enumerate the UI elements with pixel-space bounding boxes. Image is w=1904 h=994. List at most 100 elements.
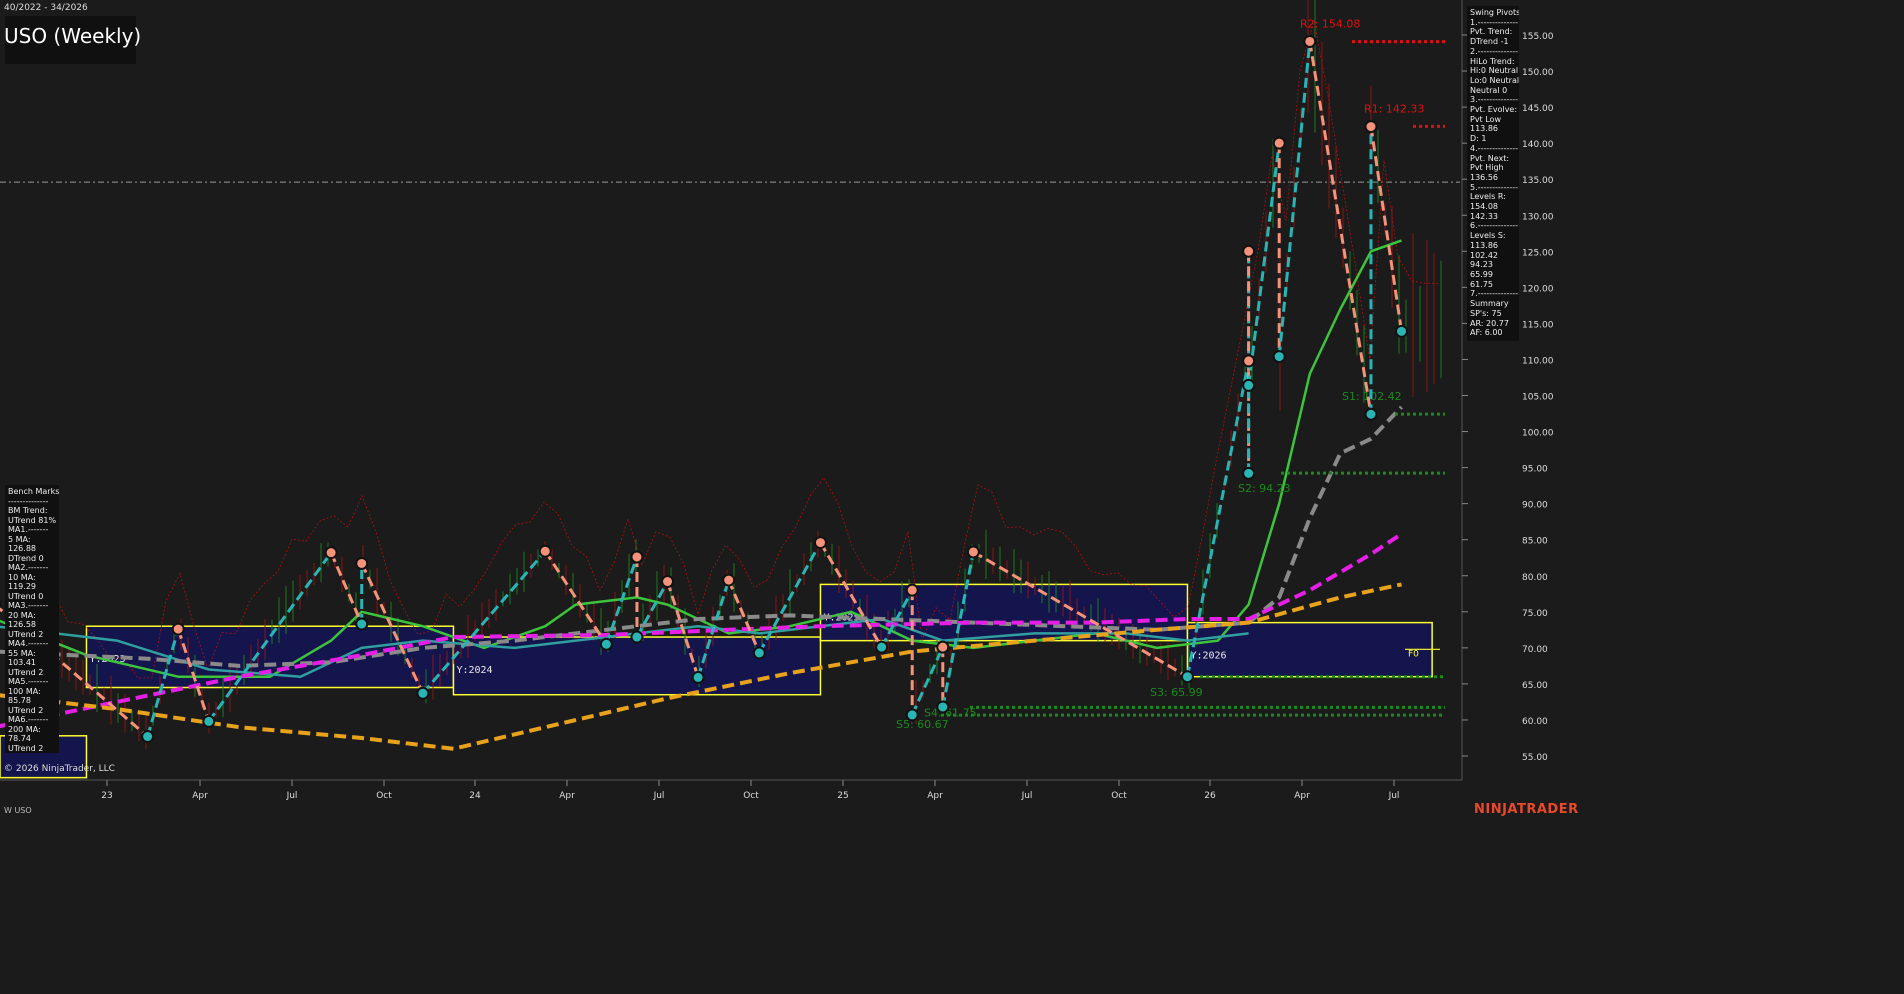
price-tick-label: 80.00 — [1522, 573, 1548, 583]
swing-leg — [1247, 142, 1281, 386]
swing-panel-line: Levels S: — [1470, 231, 1506, 241]
pivot-high-marker — [1364, 120, 1378, 134]
time-tick-label: Jul — [1021, 791, 1033, 801]
swing-panel-line: Neutral 0 — [1470, 85, 1508, 95]
bench-panel-line: 200 MA: — [8, 724, 41, 734]
price-tick-label: 115.00 — [1522, 320, 1554, 330]
bench-panel-line: -------------- — [8, 496, 49, 506]
pivot-high-marker — [1242, 244, 1256, 258]
swing-panel-line: Pvt. Evolve: — [1470, 105, 1518, 115]
price-tick-label: 145.00 — [1522, 104, 1554, 114]
price-tick-label: 125.00 — [1522, 248, 1554, 258]
level-label: S2: 94.23 — [1238, 482, 1291, 495]
pivot-high-marker — [722, 573, 736, 587]
swing-panel-line: 6.-------------- — [1470, 221, 1519, 231]
pivot-low-marker — [691, 670, 705, 684]
swing-panel-line: 61.75 — [1470, 279, 1493, 289]
bench-panel-line: UTrend 0 — [8, 591, 44, 601]
swing-panel-line: 3.-------------- — [1470, 95, 1519, 105]
bench-panel-line: 55 MA: — [8, 648, 36, 658]
swing-leg — [1308, 41, 1373, 415]
swing-panel-line: 154.08 — [1470, 202, 1498, 212]
copyright: © 2026 NinjaTrader, LLC — [4, 764, 115, 774]
bench-panel-line: UTrend 2 — [8, 705, 44, 715]
swing-panel-line: 113.86 — [1470, 240, 1498, 250]
swing-panel-line: 113.86 — [1470, 124, 1498, 134]
time-tick-label: Jul — [1388, 791, 1400, 801]
footer-symbol: W USO — [4, 806, 32, 815]
swing-leg — [1277, 41, 1312, 357]
bench-panel-line: 78.74 — [8, 734, 31, 743]
price-tick-label: 135.00 — [1522, 176, 1554, 186]
pivot-high-marker — [966, 545, 980, 559]
pivot-high-marker — [661, 575, 675, 589]
pivot-low-marker — [1242, 466, 1256, 480]
bench-panel-line: MA4.------- — [8, 639, 49, 648]
bench-panel-line: 119.29 — [8, 582, 36, 591]
bench-panel-line: MA3.------- — [8, 601, 49, 610]
swing-panel-line: DTrend -1 — [1470, 37, 1509, 47]
price-tick-label: 55.00 — [1522, 753, 1548, 763]
swing-panel-line: HiLo Trend: — [1470, 56, 1515, 66]
swing-leg — [635, 580, 669, 638]
pivot-low-marker — [1364, 407, 1378, 421]
time-tick-label: 26 — [1204, 791, 1216, 801]
pivot-low-marker — [630, 630, 644, 644]
time-tick-label: Apr — [192, 791, 208, 801]
price-tick-label: 110.00 — [1522, 356, 1554, 366]
pivot-low-marker — [752, 646, 766, 660]
time-tick-label: Oct — [743, 791, 759, 801]
time-tick-label: Oct — [376, 791, 392, 801]
price-chart[interactable]: Y:2023Y:2024Y:2025Y:2026 F0 R2: 154.08R1:… — [0, 0, 1568, 819]
year-box-label: Y:2026 — [1190, 651, 1226, 662]
price-tick-label: 85.00 — [1522, 537, 1548, 547]
bench-panel-line: 103.41 — [8, 658, 36, 667]
swing-panel-line: 2.-------------- — [1470, 46, 1519, 56]
swing-panel-line: Summary — [1470, 299, 1509, 309]
brand-logo: NINJATRADER — [1474, 802, 1579, 817]
pivot-low-marker — [875, 640, 889, 654]
swing-panel-line: 102.42 — [1470, 250, 1498, 260]
price-tick-label: 75.00 — [1522, 609, 1548, 619]
year-box — [452, 636, 822, 696]
price-tick-label: 150.00 — [1522, 68, 1554, 78]
swing-panel-line: D: 1 — [1470, 134, 1487, 144]
price-tick-label: 120.00 — [1522, 284, 1554, 294]
pivot-low-marker — [1180, 670, 1194, 684]
swing-panel-line: 7.-------------- — [1470, 289, 1519, 299]
bench-panel-line: UTrend 2 — [8, 629, 44, 639]
swing-panel-line: Levels R: — [1470, 192, 1506, 202]
swing-panel-line: 94.23 — [1470, 260, 1493, 270]
pivot-high-marker — [905, 583, 919, 597]
pivot-high-marker — [355, 556, 369, 570]
swing-panel-line: Lo:0 Neutral — [1470, 75, 1519, 85]
bench-panel-line: 85.78 — [8, 696, 31, 705]
price-tick-label: 70.00 — [1522, 645, 1548, 655]
pivot-high-marker — [538, 544, 552, 558]
moving-average-line — [0, 239, 1402, 678]
bench-panel-line: 10 MA: — [8, 572, 36, 582]
bench-panel-line: 5 MA: — [8, 534, 31, 544]
price-tick-label: 60.00 — [1522, 717, 1548, 727]
level-label: R2: 154.08 — [1300, 18, 1360, 31]
time-tick-label: Jul — [653, 791, 665, 801]
pivot-low-marker — [416, 686, 430, 700]
swing-panel-line: Pvt Low — [1470, 114, 1501, 124]
swing-panel-line: Pvt. Next: — [1470, 153, 1510, 163]
price-tick-label: 155.00 — [1522, 32, 1554, 42]
pivot-high-marker — [630, 550, 644, 564]
bench-panel-line: MA6.------- — [8, 715, 49, 724]
bench-marks-panel: Bench Marks -------------- BM Trend: UTrend… — [5, 485, 59, 753]
pivot-low-marker — [905, 708, 919, 722]
pivot-high-marker — [1303, 34, 1317, 48]
swing-panel-line: Pvt. Trend: — [1470, 27, 1513, 37]
bench-panel-line: MA2.------- — [8, 563, 49, 572]
price-tick-label: 130.00 — [1522, 212, 1554, 222]
bench-panel-line: MA1.------- — [8, 525, 49, 534]
swing-panel-line: 142.33 — [1470, 211, 1498, 221]
bench-panel-line: 126.58 — [8, 620, 36, 629]
pivot-low-marker — [1272, 350, 1286, 364]
date-range: 40/2022 - 34/2026 — [4, 3, 88, 13]
pivot-low-marker — [936, 700, 950, 714]
bench-panel-line: 20 MA: — [8, 610, 36, 620]
